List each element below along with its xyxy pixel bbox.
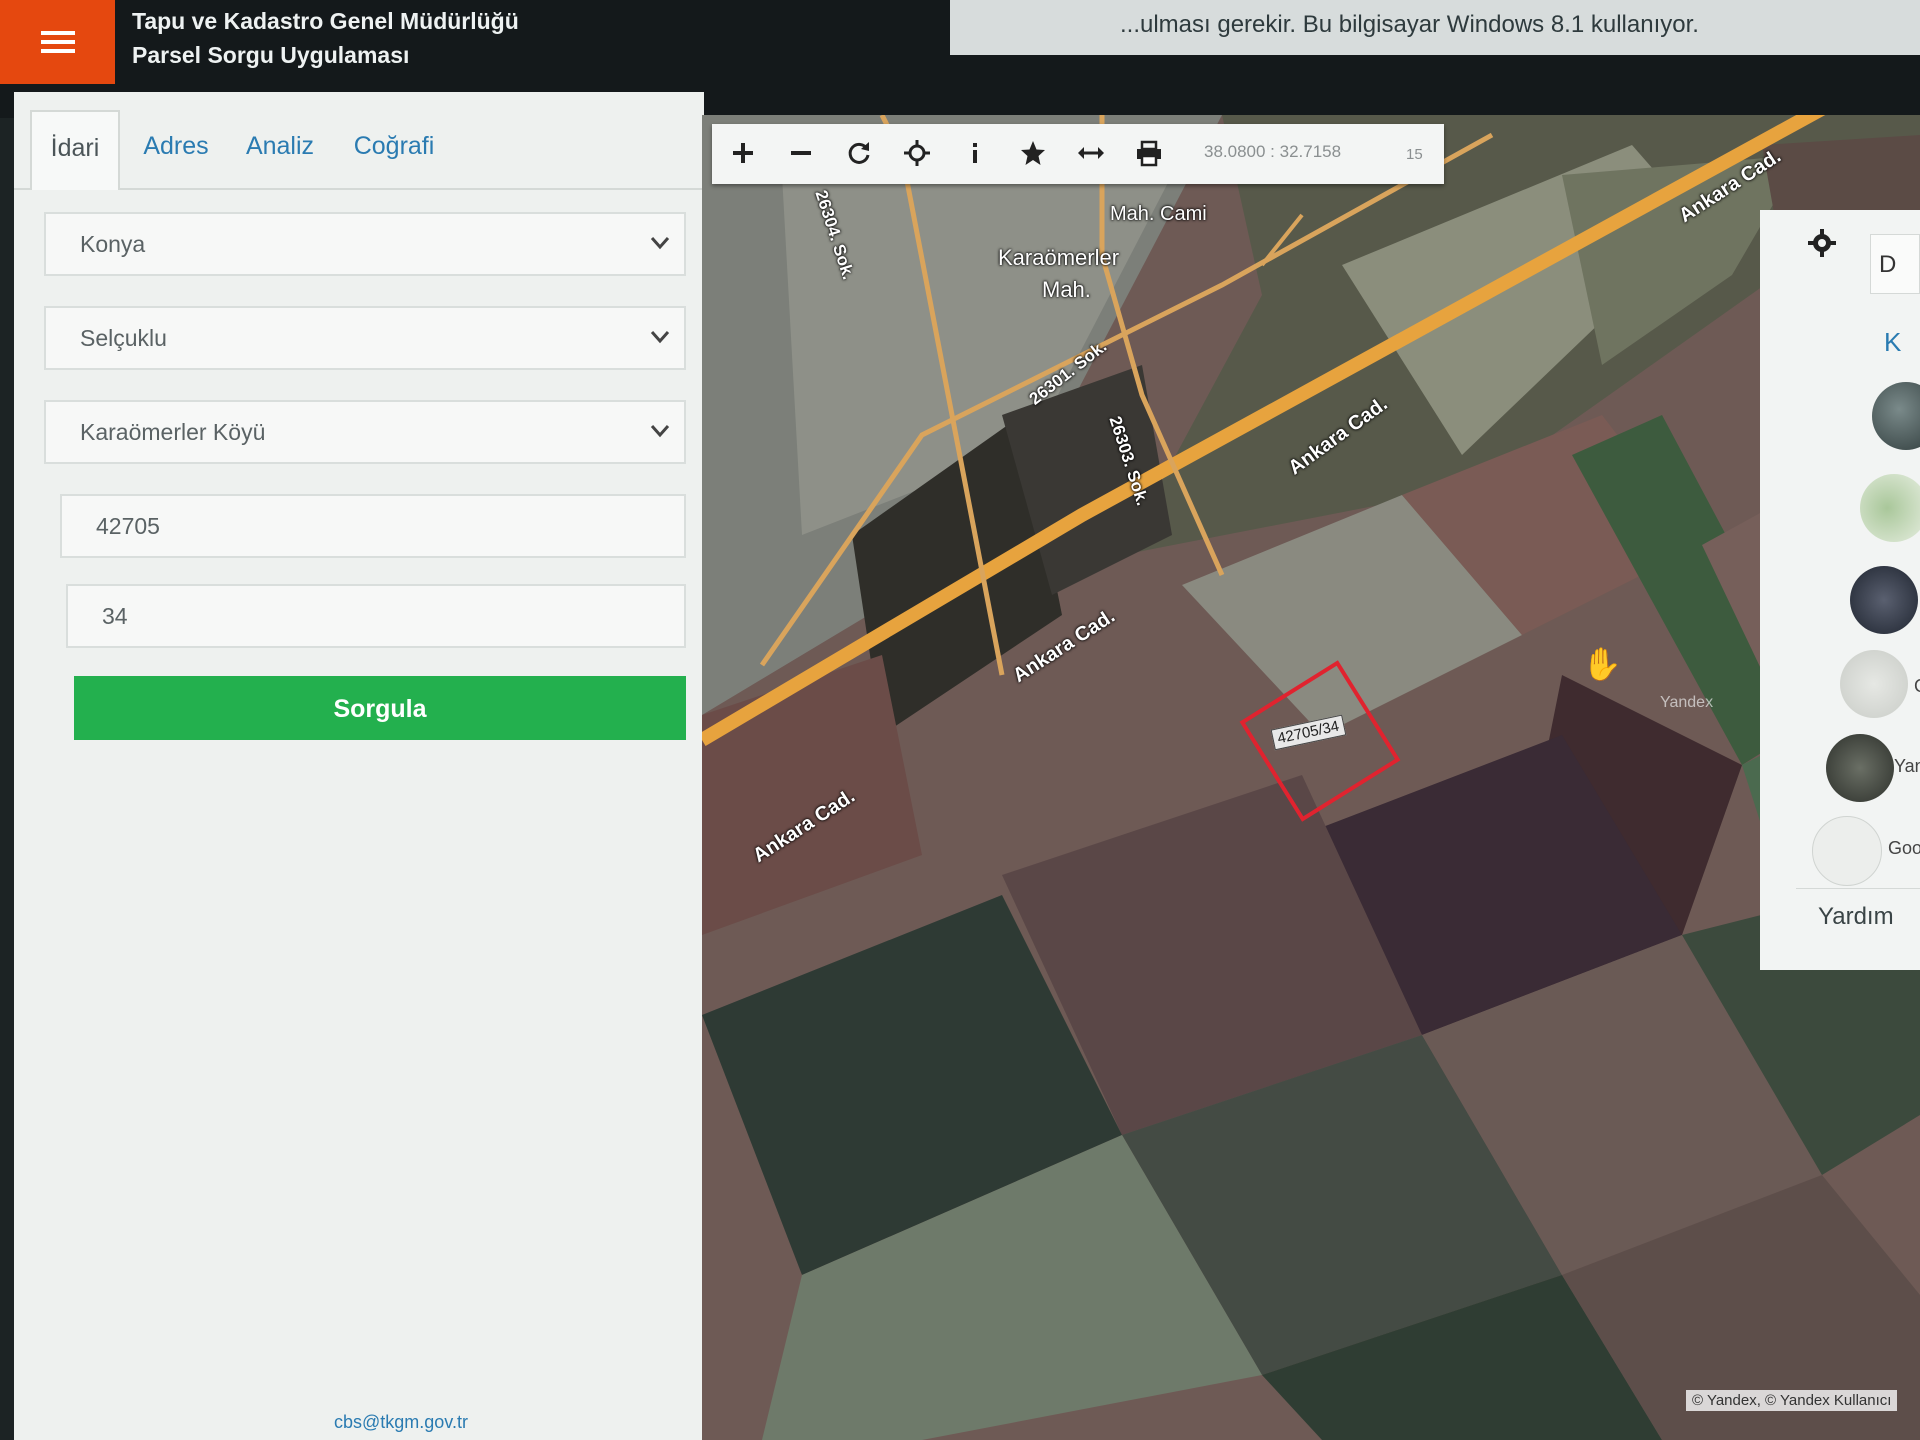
favorite-button[interactable]	[1012, 132, 1054, 174]
map-label-mosque: Mah. Cami	[1110, 203, 1207, 225]
info-icon	[973, 143, 977, 163]
district-value: Selçuklu	[80, 325, 167, 351]
chevron-down-icon	[650, 237, 670, 250]
basemap-option-yandex[interactable]	[1826, 734, 1894, 802]
map-watermark: Yandex	[1660, 694, 1714, 711]
zoom-out-icon	[791, 151, 811, 155]
basemap-option-google-map[interactable]	[1812, 816, 1882, 886]
map-label-neighborhood: Karaömerler	[998, 245, 1120, 270]
province-select[interactable]: Konya	[44, 212, 686, 276]
coordinate-readout: 38.0800 : 32.7158	[1204, 142, 1342, 161]
measure-icon	[1078, 147, 1104, 159]
map-attribution[interactable]: © Yandex, © Yandex Kullanıcı	[1686, 1390, 1898, 1411]
measure-button[interactable]	[1070, 132, 1112, 174]
basemap-label-google-map: Goog	[1888, 838, 1920, 858]
chevron-down-icon	[650, 425, 670, 438]
app-title-line2: Parsel Sorgu Uygulaması	[132, 42, 410, 68]
zoom-out-button[interactable]	[780, 132, 822, 174]
locate-button[interactable]	[896, 132, 938, 174]
refresh-icon	[848, 142, 870, 164]
basemap-option-1[interactable]	[1872, 382, 1920, 450]
settings-button[interactable]	[1792, 210, 1852, 276]
favorite-icon	[1021, 141, 1045, 165]
neighborhood-value: Karaömerler Köyü	[80, 419, 266, 445]
tab-adres[interactable]: Adres	[126, 110, 226, 188]
query-button[interactable]: Sorgula	[74, 676, 686, 740]
district-select[interactable]: Selçuklu	[44, 306, 686, 370]
neighborhood-select[interactable]: Karaömerler Köyü	[44, 400, 686, 464]
app-title: Tapu ve Kadastro Genel Müdürlüğü Parsel …	[132, 4, 519, 72]
layer-tab[interactable]: K	[1870, 306, 1920, 378]
zoom-in-button[interactable]	[722, 132, 764, 174]
app-title-line1: Tapu ve Kadastro Genel Müdürlüğü	[132, 8, 519, 34]
block-input[interactable]: 42705	[60, 494, 686, 558]
gear-icon	[1808, 229, 1836, 257]
parcel-value: 34	[102, 603, 128, 629]
layer-panel: D K G Yan Goog Yardım	[1760, 210, 1920, 970]
basemap-label-yandex: Yan	[1894, 756, 1920, 776]
tab-cografi[interactable]: Coğrafi	[334, 110, 454, 188]
zoom-level: 15	[1406, 146, 1423, 163]
tab-idari[interactable]: İdari	[30, 110, 120, 190]
basemap-option-3[interactable]	[1850, 566, 1918, 634]
layer-panel-header[interactable]: D	[1870, 234, 1920, 294]
query-panel: İdari Adres Analiz Coğrafi Konya Selçukl…	[14, 92, 704, 1440]
menu-button[interactable]	[0, 0, 115, 84]
query-tabs: İdari Adres Analiz Coğrafi	[14, 92, 704, 190]
hand-cursor-icon: ✋	[1582, 646, 1622, 682]
hamburger-icon	[40, 31, 75, 53]
basemap-option-2[interactable]	[1860, 474, 1920, 542]
basemap-label-google: G	[1914, 676, 1920, 697]
tab-analiz[interactable]: Analiz	[230, 110, 330, 188]
system-banner: ...ulması gerekir. Bu bilgisayar Windows…	[950, 0, 1920, 55]
map-toolbar: 38.0800 : 32.7158 15	[712, 124, 1444, 184]
refresh-button[interactable]	[838, 132, 880, 174]
parcel-input[interactable]: 34	[66, 584, 686, 648]
locate-icon	[904, 140, 930, 166]
chevron-down-icon	[650, 331, 670, 344]
map-label-neighborhood-suffix: Mah.	[1042, 277, 1091, 302]
help-button[interactable]: Yardım	[1796, 888, 1920, 944]
zoom-in-icon	[733, 143, 753, 163]
contact-email[interactable]: cbs@tkgm.gov.tr	[334, 1412, 468, 1433]
province-value: Konya	[80, 231, 146, 257]
info-button[interactable]	[954, 132, 996, 174]
block-value: 42705	[96, 513, 160, 539]
print-icon	[1137, 140, 1161, 167]
basemap-option-google[interactable]	[1840, 650, 1908, 718]
print-button[interactable]	[1128, 132, 1170, 174]
